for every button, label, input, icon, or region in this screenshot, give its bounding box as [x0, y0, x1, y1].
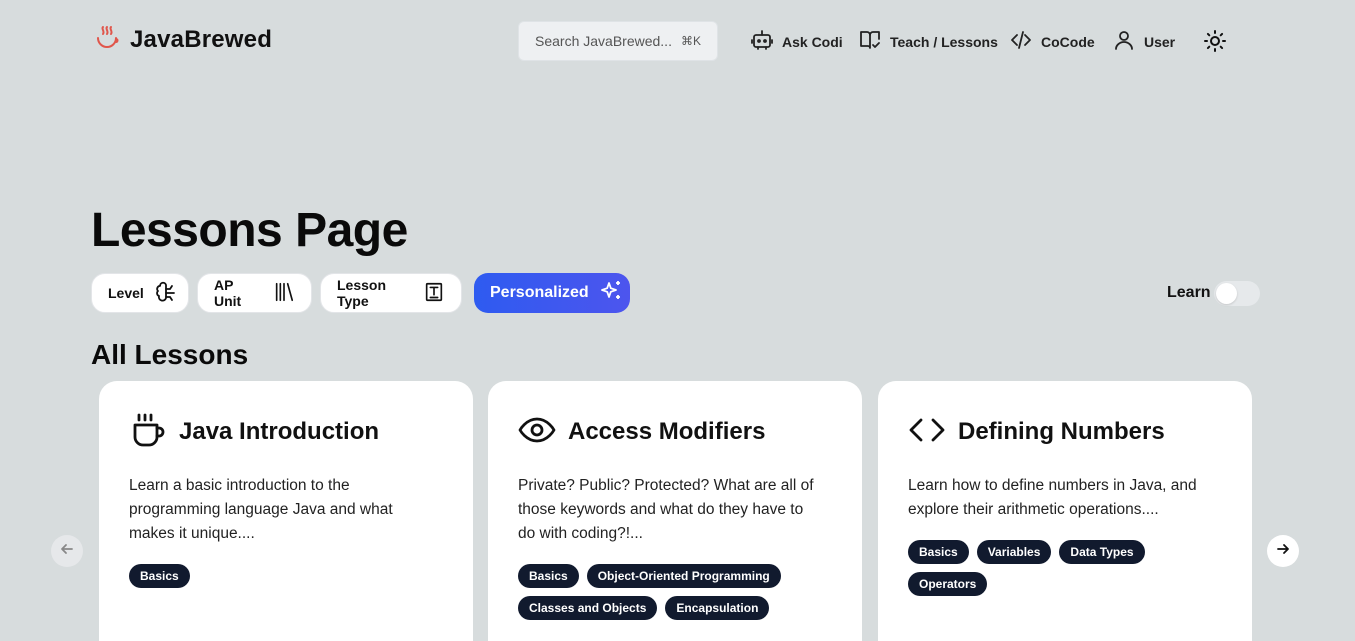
- code-brackets-icon: [908, 411, 946, 454]
- learn-label: Learn: [1167, 284, 1211, 301]
- lesson-card[interactable]: Java Introduction Learn a basic introduc…: [99, 381, 473, 641]
- app-name: JavaBrewed: [130, 25, 273, 53]
- section-title: All Lessons: [91, 339, 249, 370]
- filter-personalized-button[interactable]: Personalized: [474, 273, 630, 313]
- filter-level-button[interactable]: Level: [91, 273, 189, 313]
- lesson-description: Learn a basic introduction to the progra…: [129, 477, 393, 542]
- eye-icon: [518, 411, 556, 454]
- filter-ap-unit-button[interactable]: AP Unit: [197, 273, 312, 313]
- tag[interactable]: Data Types: [1059, 540, 1145, 564]
- sparkles-icon: [599, 279, 623, 308]
- toggle-knob: [1216, 283, 1237, 304]
- nav-label: Teach / Lessons: [890, 33, 998, 50]
- search-input[interactable]: Search JavaBrewed... ⌘K: [518, 21, 718, 61]
- lesson-title: Access Modifiers: [568, 418, 766, 445]
- tag-list: Basics: [129, 564, 449, 588]
- app-logo[interactable]: JavaBrewed: [94, 24, 272, 55]
- filter-label: Level: [108, 285, 144, 301]
- lesson-title: Defining Numbers: [958, 418, 1165, 445]
- lesson-description: Learn how to define numbers in Java, and…: [908, 477, 1197, 518]
- filter-label: Lesson Type: [337, 277, 387, 309]
- tag[interactable]: Classes and Objects: [518, 596, 658, 620]
- tag[interactable]: Encapsulation: [665, 596, 770, 620]
- arrow-right-icon: [1275, 541, 1291, 562]
- search-shortcut: ⌘K: [680, 34, 701, 48]
- nav-cocode[interactable]: CoCode: [1009, 28, 1095, 55]
- nav-label: User: [1144, 33, 1176, 50]
- user-icon: [1112, 28, 1136, 55]
- brain-icon: [154, 280, 178, 307]
- filter-label: Personalized: [490, 284, 589, 301]
- tag[interactable]: Basics: [129, 564, 190, 588]
- code-icon: [1009, 28, 1033, 55]
- carousel-prev-button[interactable]: [51, 535, 83, 567]
- tag[interactable]: Basics: [518, 564, 579, 588]
- page-title: Lessons Page: [91, 204, 408, 257]
- filter-lesson-type-button[interactable]: Lesson Type: [320, 273, 462, 313]
- learn-toggle[interactable]: [1214, 281, 1260, 306]
- tag[interactable]: Operators: [908, 572, 988, 596]
- lesson-card[interactable]: Defining Numbers Learn how to define num…: [878, 381, 1252, 641]
- nav-label: Ask Codi: [782, 33, 843, 50]
- lesson-description: Private? Public? Protected? What are all…: [518, 477, 814, 542]
- nav-teach-lessons[interactable]: Teach / Lessons: [858, 28, 998, 55]
- tag[interactable]: Basics: [908, 540, 969, 564]
- tag-list: Basics Variables Data Types Operators: [908, 540, 1228, 596]
- steam-cup-icon: [94, 24, 120, 55]
- carousel-next-button[interactable]: [1267, 535, 1299, 567]
- book-check-icon: [858, 28, 882, 55]
- lesson-card[interactable]: Access Modifiers Private? Public? Protec…: [488, 381, 862, 641]
- tag[interactable]: Object-Oriented Programming: [586, 564, 781, 588]
- theme-toggle-button[interactable]: [1203, 29, 1227, 58]
- library-icon: [273, 281, 295, 306]
- coffee-icon: [129, 411, 167, 454]
- tag-list: Basics Object-Oriented Programming Class…: [518, 564, 838, 620]
- nav-ask-codi[interactable]: Ask Codi: [750, 28, 843, 55]
- robot-icon: [750, 28, 774, 55]
- filter-label: AP Unit: [214, 277, 242, 309]
- search-placeholder: Search JavaBrewed...: [535, 33, 672, 49]
- tag[interactable]: Variables: [976, 540, 1052, 564]
- nav-label: CoCode: [1041, 33, 1095, 50]
- lesson-title: Java Introduction: [179, 418, 380, 445]
- nav-user[interactable]: User: [1112, 28, 1175, 55]
- text-box-icon: [423, 281, 445, 306]
- sun-icon: [1203, 30, 1227, 57]
- arrow-left-icon: [59, 541, 75, 562]
